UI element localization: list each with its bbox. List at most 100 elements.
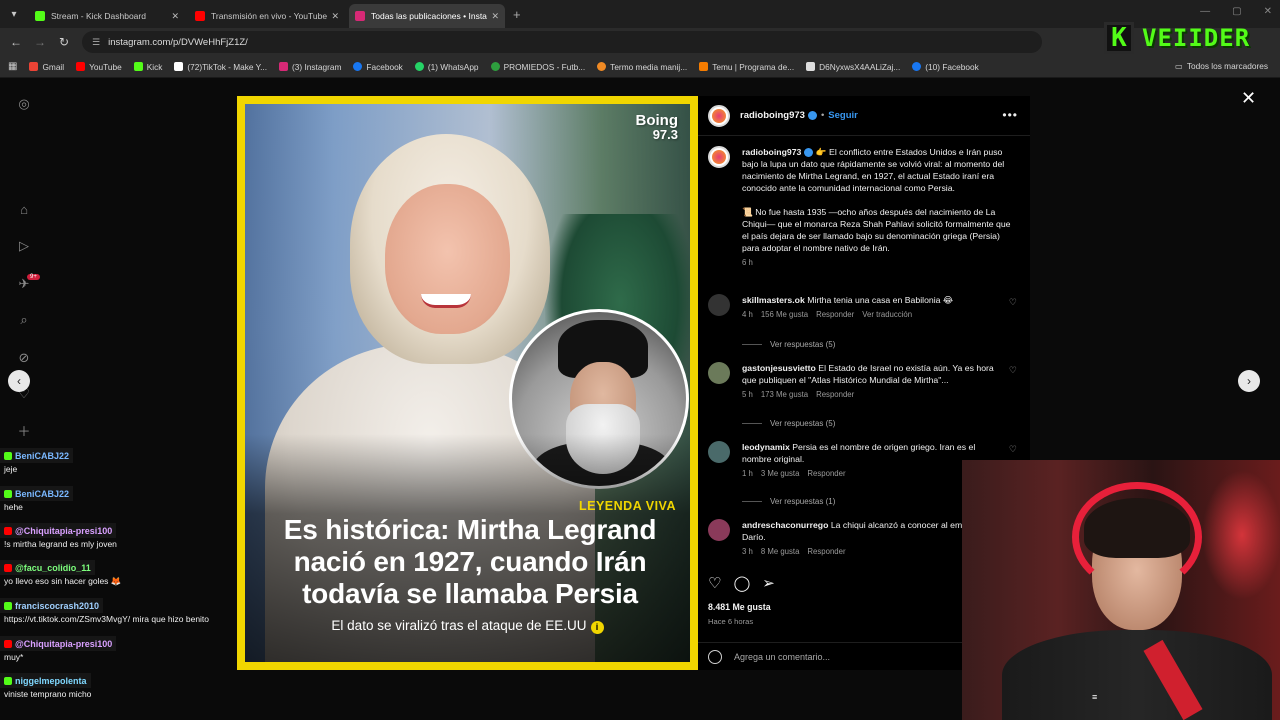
bookmark-promiedos[interactable]: PROMIEDOS - Futb... <box>490 62 585 72</box>
chat-message: muy* <box>4 652 24 662</box>
emoji-icon[interactable] <box>708 649 722 664</box>
post-headline: Es histórica: Mirtha Legrand nació en 19… <box>283 514 657 609</box>
bookmark-termo[interactable]: Termo media manij... <box>597 62 687 72</box>
previous-post-icon[interactable]: ‹ <box>8 370 30 392</box>
commenter-avatar[interactable] <box>708 441 730 463</box>
bookmark-instagram[interactable]: (3) Instagram <box>279 62 341 72</box>
follow-button[interactable]: Seguir <box>828 110 858 121</box>
comment-username[interactable]: leodynamix <box>742 442 790 452</box>
back-icon[interactable]: ← <box>4 35 28 49</box>
address-bar: ← → ↻ ☰ instagram.com/p/DVWeHhFjZ1Z/ <box>0 28 1280 56</box>
bookmark-whatsapp[interactable]: (1) WhatsApp <box>414 62 479 72</box>
comment-likes[interactable]: 173 Me gusta <box>761 389 808 401</box>
forward-icon[interactable]: → <box>28 35 52 49</box>
comment-text: Mirtha tenia una casa en Babilonia 😂 <box>807 295 954 305</box>
reply-button[interactable]: Responder <box>807 468 845 480</box>
chat-username[interactable]: @facu_colidio_11 <box>15 563 91 573</box>
maximize-icon[interactable]: ▢ <box>1232 6 1241 17</box>
like-comment-icon[interactable]: ♡ <box>1009 443 1017 455</box>
comment-likes[interactable]: 3 Me gusta <box>761 468 800 480</box>
minimize-icon[interactable]: — <box>1200 6 1210 17</box>
instagram-icon <box>279 62 289 71</box>
close-post-icon[interactable]: ✕ <box>1241 88 1256 109</box>
more-options-icon[interactable]: ••• <box>1002 108 1018 122</box>
view-replies-button[interactable]: Ver respuestas (5) <box>742 340 835 349</box>
tab-instagram[interactable]: Todas las publicaciones • Instag ✕ <box>349 4 505 28</box>
kick-badge-icon <box>4 601 12 610</box>
chat-user-row: @Chiquitapia-presi100 <box>0 636 117 651</box>
separator-dot: • <box>820 110 825 121</box>
like-comment-icon[interactable]: ♡ <box>1009 296 1017 308</box>
chat-username[interactable]: @Chiquitapia-presi100 <box>15 526 112 536</box>
chat-username[interactable]: franciscocrash2010 <box>15 601 99 611</box>
close-window-icon[interactable]: ✕ <box>1264 6 1272 17</box>
translate-button[interactable]: Ver traducción <box>862 309 912 321</box>
bookmark-facebook-10[interactable]: (10) Facebook <box>912 62 979 72</box>
post-image[interactable]: Boing 97.3 LEYENDA VIVA Es histórica: Mir… <box>237 96 698 670</box>
home-icon[interactable]: ⌂ <box>16 202 32 218</box>
share-icon[interactable]: ➢ <box>762 574 775 592</box>
like-comment-icon[interactable]: ♡ <box>1009 364 1017 376</box>
bookmark-x[interactable]: D6NyxwsX4AALiZaj... <box>806 62 900 72</box>
post-photo: Boing 97.3 LEYENDA VIVA Es histórica: Mir… <box>245 104 690 662</box>
next-post-icon[interactable]: › <box>1238 370 1260 392</box>
caption-username[interactable]: radioboing973 <box>742 147 801 157</box>
all-bookmarks-button[interactable]: ▭ Todos los marcadores <box>1175 61 1268 71</box>
view-replies-button[interactable]: Ver respuestas (1) <box>742 497 835 506</box>
create-icon[interactable]: ＋ <box>16 424 32 440</box>
reels-icon[interactable]: ▷ <box>16 238 32 254</box>
comment-username[interactable]: andreschaconurrego <box>742 520 828 530</box>
author-avatar[interactable] <box>708 146 730 168</box>
chat-username[interactable]: BeniCABJ22 <box>15 489 69 499</box>
tab-close-icon[interactable]: ✕ <box>491 11 499 22</box>
bookmark-gmail[interactable]: Gmail <box>29 62 64 72</box>
post-header: radioboing973 • Seguir ••• <box>698 96 1030 136</box>
chat-username[interactable]: BeniCABJ22 <box>15 451 69 461</box>
comment-username[interactable]: gastonjesusvietto <box>742 363 816 373</box>
chat-message: viniste temprano micho <box>4 689 92 699</box>
site-info-icon[interactable]: ☰ <box>92 37 100 48</box>
reply-button[interactable]: Responder <box>816 389 854 401</box>
tab-youtube-live[interactable]: Transmisión en vivo - YouTube ✕ <box>189 4 345 28</box>
search-icon[interactable]: ⌕ <box>16 312 32 328</box>
chat-username[interactable]: niggelmepolenta <box>15 676 87 686</box>
url-input[interactable]: ☰ instagram.com/p/DVWeHhFjZ1Z/ <box>82 31 1042 53</box>
webcam-headset <box>1072 482 1202 592</box>
bookmark-kick[interactable]: Kick <box>133 62 162 72</box>
tab-kick-dashboard[interactable]: Stream - Kick Dashboard ✕ <box>29 4 185 28</box>
explore-icon[interactable]: ⊘ <box>16 350 32 366</box>
replies-line <box>742 344 762 345</box>
reply-button[interactable]: Responder <box>807 546 845 558</box>
kick-logo-icon: K <box>1104 22 1134 54</box>
comment-likes[interactable]: 156 Me gusta <box>761 309 808 321</box>
chat-username[interactable]: @Chiquitapia-presi100 <box>15 639 112 649</box>
comment-username[interactable]: skillmasters.ok <box>742 295 805 305</box>
comment-likes[interactable]: 8 Me gusta <box>761 546 800 558</box>
instagram-logo-icon[interactable]: ◎ <box>16 96 32 112</box>
caption-time: 6 h <box>742 258 753 267</box>
chat-user-row: @facu_colidio_11 <box>0 560 95 575</box>
reply-button[interactable]: Responder <box>816 309 854 321</box>
comment-item: skillmasters.ok Mirtha tenia una casa en… <box>708 294 1023 321</box>
bookmark-youtube[interactable]: YouTube <box>76 62 122 72</box>
view-replies-button[interactable]: Ver respuestas (5) <box>742 419 835 428</box>
author-avatar[interactable] <box>708 104 730 127</box>
facebook-icon <box>912 62 922 71</box>
tab-close-icon[interactable]: ✕ <box>171 11 179 22</box>
tab-close-icon[interactable]: ✕ <box>331 11 339 22</box>
bookmark-temu[interactable]: Temu | Programa de... <box>699 62 794 72</box>
apps-grid-icon[interactable]: ▦ <box>8 61 17 72</box>
new-tab-icon[interactable]: + <box>513 7 521 22</box>
photo-face <box>385 184 510 334</box>
like-icon[interactable]: ♡ <box>708 574 721 592</box>
bookmark-facebook[interactable]: Facebook <box>353 62 403 72</box>
comment-icon[interactable]: ◯ <box>733 574 750 592</box>
commenter-avatar[interactable] <box>708 362 730 384</box>
commenter-avatar[interactable] <box>708 294 730 316</box>
reload-icon[interactable]: ↻ <box>52 35 76 49</box>
bookmark-tiktok[interactable]: (72)TikTok - Make Y... <box>174 62 267 72</box>
commenter-avatar[interactable] <box>708 519 730 541</box>
tab-search-icon[interactable]: ▾ <box>3 3 25 25</box>
like-count[interactable]: 8.481 Me gusta <box>708 602 771 612</box>
author-username[interactable]: radioboing973 <box>740 110 805 121</box>
